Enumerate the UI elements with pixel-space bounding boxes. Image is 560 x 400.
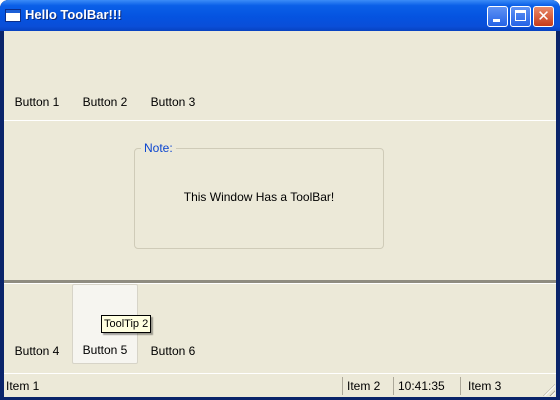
status-clock: 10:41:35 — [398, 379, 445, 393]
minimize-icon — [493, 19, 500, 22]
note-legend: Note: — [141, 141, 176, 155]
note-message: This Window Has a ToolBar! — [183, 190, 335, 204]
toolbar-button-4[interactable]: Button 4 — [4, 284, 70, 364]
status-item-2: Item 2 — [347, 379, 381, 393]
status-bar: Item 1 Item 2 10:41:35 Item 3 — [4, 373, 556, 397]
minimize-button[interactable] — [487, 6, 508, 27]
status-divider — [460, 377, 461, 395]
title-bar[interactable]: Hello ToolBar!!! ✕ — [0, 0, 560, 31]
status-item-3: Item 3 — [468, 379, 502, 393]
status-divider — [393, 377, 394, 395]
tooltip: ToolTip 2 — [101, 315, 152, 333]
resize-grip-icon[interactable] — [543, 384, 555, 396]
toolbar-button-label: Button 3 — [150, 95, 196, 109]
note-groupbox: Note: This Window Has a ToolBar! — [134, 141, 384, 249]
toolbar-button-label: Button 4 — [14, 344, 60, 358]
close-icon: ✕ — [537, 7, 550, 25]
toolbar-button-label: Button 2 — [82, 95, 128, 109]
close-button[interactable]: ✕ — [533, 6, 554, 27]
toolbar-button-label: Button 1 — [14, 95, 60, 109]
toolbar-button-3[interactable]: Button 3 — [140, 35, 206, 115]
maximize-icon — [515, 10, 526, 21]
toolbar-separator — [4, 120, 556, 121]
toolbar-button-1[interactable]: Button 1 — [4, 35, 70, 115]
toolbar-button-2[interactable]: Button 2 — [72, 35, 138, 115]
status-divider — [342, 377, 343, 395]
app-window-icon[interactable] — [5, 9, 21, 22]
maximize-button[interactable] — [510, 6, 531, 27]
client-area: Button 1 Button 2 Button 3 Note: This Wi… — [4, 31, 556, 397]
window-title: Hello ToolBar!!! — [25, 7, 122, 22]
status-item-1: Item 1 — [6, 379, 40, 393]
app-window: Hello ToolBar!!! ✕ Button 1 Button 2 But… — [0, 0, 560, 400]
toolbar-button-label: Button 6 — [150, 344, 196, 358]
toolbar-button-label: Button 5 — [82, 343, 128, 357]
